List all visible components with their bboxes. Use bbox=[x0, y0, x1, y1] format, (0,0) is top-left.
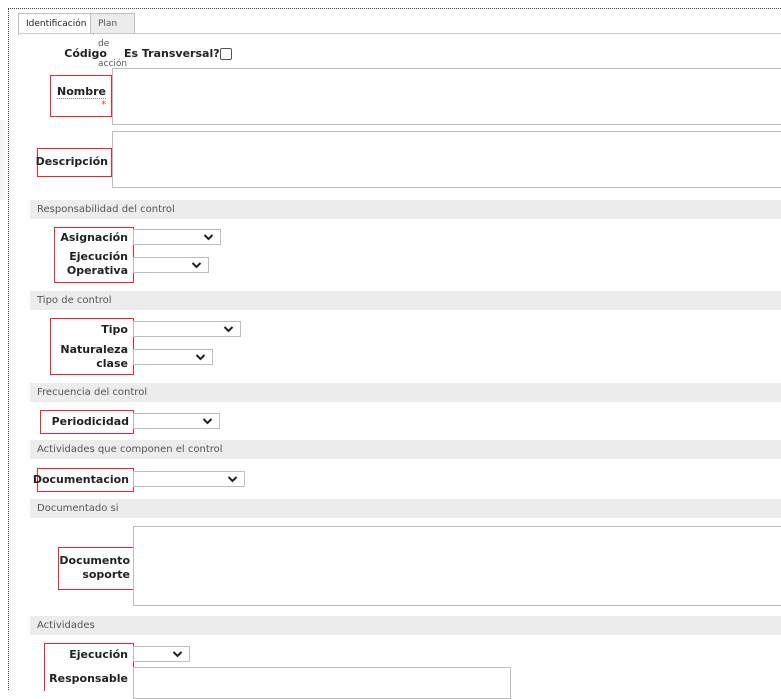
section-actividades-componen: Actividades que componen el control bbox=[30, 440, 781, 459]
chevron-down-icon bbox=[203, 234, 214, 241]
responsable-input[interactable] bbox=[133, 667, 511, 699]
nombre-label: Nombre bbox=[57, 85, 106, 99]
naturaleza-clase-label-1: Naturaleza bbox=[60, 343, 128, 356]
section-responsabilidad: Responsabilidad del control bbox=[30, 200, 781, 219]
ejecucion-label: Ejecución bbox=[69, 648, 128, 661]
left-gutter-shadow bbox=[0, 120, 14, 200]
chevron-down-icon bbox=[191, 262, 202, 269]
naturaleza-clase-label-2: clase bbox=[96, 357, 128, 370]
descripcion-textarea[interactable] bbox=[112, 131, 781, 188]
chevron-down-icon bbox=[223, 326, 234, 333]
tipo-label: Tipo bbox=[101, 323, 128, 336]
section-actividades: Actividades bbox=[30, 616, 781, 635]
transversal-checkbox[interactable] bbox=[220, 48, 232, 60]
tab-plan-de-accion[interactable]: Plan de acción bbox=[90, 13, 136, 69]
documento-soporte-textarea[interactable] bbox=[133, 526, 781, 606]
required-asterisk: * bbox=[101, 100, 107, 110]
chevron-down-icon bbox=[195, 354, 206, 361]
section-documentado-si: Documentado si bbox=[30, 499, 781, 518]
asignacion-label: Asignación bbox=[60, 231, 128, 244]
tab-underline bbox=[18, 33, 781, 34]
documento-soporte-label-2: soporte bbox=[82, 568, 130, 581]
documentacion-label: Documentacion bbox=[32, 473, 129, 486]
documentacion-select[interactable] bbox=[133, 471, 245, 487]
periodicidad-label: Periodicidad bbox=[51, 415, 129, 428]
chevron-down-icon bbox=[227, 476, 238, 483]
tab-identificacion[interactable]: Identificación bbox=[18, 13, 95, 35]
naturaleza-clase-select[interactable] bbox=[133, 349, 213, 365]
chevron-down-icon bbox=[202, 418, 213, 425]
ejecucion-operativa-select[interactable] bbox=[133, 257, 209, 273]
transversal-label: Es Transversal? bbox=[124, 47, 220, 60]
nombre-textarea[interactable] bbox=[112, 68, 781, 125]
nombre-label-box: Nombre * bbox=[50, 75, 112, 117]
section-tipo-control: Tipo de control bbox=[30, 291, 781, 310]
periodicidad-select[interactable] bbox=[133, 413, 220, 429]
responsabilidad-labels-box: Asignación Ejecución Operativa bbox=[54, 227, 134, 283]
tipo-labels-box: Tipo Naturaleza clase bbox=[50, 318, 134, 375]
periodicidad-label-box: Periodicidad bbox=[40, 410, 134, 434]
ejecucion-operativa-label-1: Ejecución bbox=[69, 250, 128, 263]
asignacion-select[interactable] bbox=[133, 229, 221, 245]
codigo-label: Código bbox=[64, 47, 107, 60]
section-frecuencia: Frecuencia del control bbox=[30, 383, 781, 402]
chevron-down-icon bbox=[172, 651, 183, 658]
frame-left-border bbox=[8, 8, 10, 690]
documento-soporte-label-box: Documento soporte bbox=[58, 547, 136, 590]
ejecucion-select[interactable] bbox=[133, 646, 190, 662]
actividades-labels-box: Ejecución Responsable bbox=[44, 643, 134, 691]
ejecucion-operativa-label-2: Operativa bbox=[66, 264, 128, 277]
tipo-select[interactable] bbox=[133, 321, 241, 337]
descripcion-label-box: Descripción bbox=[35, 148, 112, 177]
documento-soporte-label-1: Documento bbox=[59, 554, 130, 567]
responsable-label: Responsable bbox=[49, 672, 128, 685]
descripcion-label: Descripción bbox=[35, 155, 108, 168]
frame-top-border bbox=[8, 8, 781, 10]
documentacion-label-box: Documentacion bbox=[33, 468, 134, 492]
